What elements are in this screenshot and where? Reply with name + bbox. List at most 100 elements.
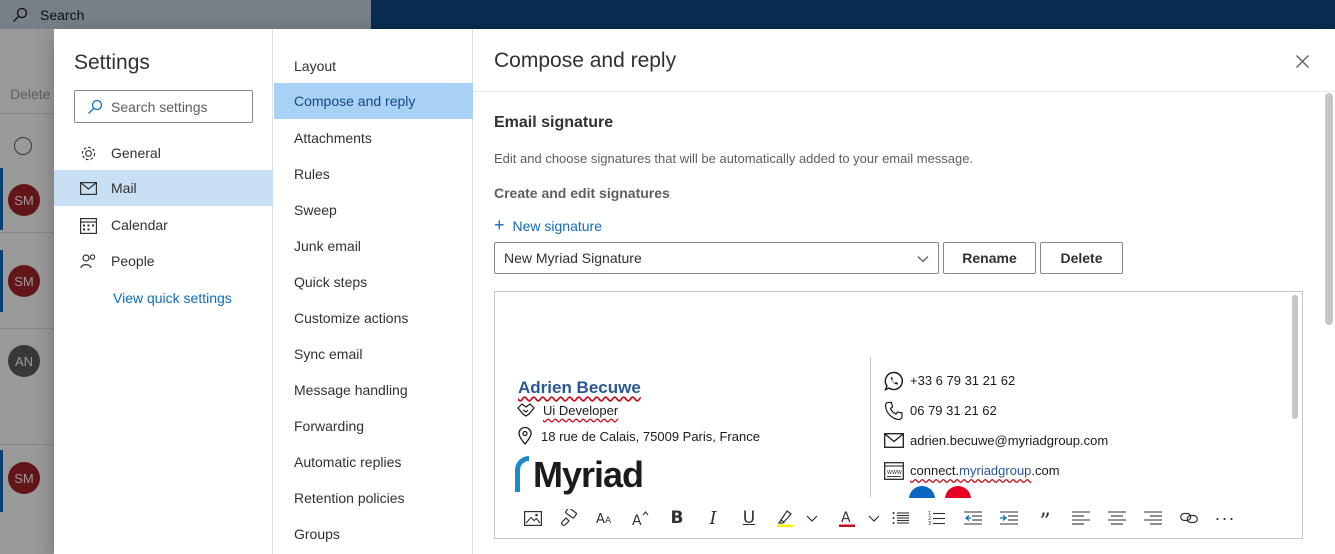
- chevron-down-icon: [868, 515, 880, 522]
- section-customize-actions[interactable]: Customize actions: [274, 300, 473, 336]
- signature-role: Ui Developer: [543, 402, 619, 418]
- category-label: Mail: [111, 180, 137, 196]
- font-size-icon: AA: [596, 512, 612, 526]
- numbering-button[interactable]: 123: [919, 500, 955, 536]
- category-mail[interactable]: Mail: [54, 170, 273, 206]
- view-quick-settings-link[interactable]: View quick settings: [113, 290, 232, 306]
- insert-link-button[interactable]: [1171, 500, 1207, 536]
- align-center-icon: [1108, 511, 1126, 525]
- handshake-icon: [517, 403, 535, 417]
- grow-font-button[interactable]: A: [623, 500, 659, 536]
- calendar-icon: [79, 216, 97, 234]
- formatting-toolbar: AA A B I U A 1 2 3 ” ···: [495, 498, 1300, 538]
- svg-text:WWW: WWW: [887, 470, 902, 476]
- people-icon: [79, 252, 97, 270]
- quote-icon: ”: [1039, 509, 1051, 535]
- category-calendar[interactable]: Calendar: [54, 207, 273, 243]
- align-left-button[interactable]: [1063, 500, 1099, 536]
- mail-sections-panel: Layout Compose and reply Attachments Rul…: [274, 29, 473, 554]
- delete-button[interactable]: Delete: [1040, 242, 1123, 274]
- gear-icon: [79, 144, 97, 162]
- section-message-handling[interactable]: Message handling: [274, 372, 473, 408]
- category-label: People: [111, 253, 155, 269]
- section-groups[interactable]: Groups: [274, 516, 473, 552]
- format-painter-button[interactable]: [551, 500, 587, 536]
- logo-arc: [515, 456, 529, 492]
- settings-categories-panel: Settings Search settings General Mail Ca…: [54, 29, 273, 554]
- section-sweep[interactable]: Sweep: [274, 192, 473, 228]
- section-attachments[interactable]: Attachments: [274, 120, 473, 156]
- more-icon: ···: [1214, 507, 1236, 528]
- numbered-list-icon: 123: [928, 511, 945, 526]
- signature-website-suffix: .com: [1031, 463, 1060, 478]
- font-color-icon: A: [839, 510, 855, 527]
- section-quick-steps[interactable]: Quick steps: [274, 264, 473, 300]
- section-automatic-replies[interactable]: Automatic replies: [274, 444, 473, 480]
- bold-button[interactable]: B: [659, 500, 695, 536]
- svg-text:A: A: [841, 510, 851, 526]
- pane-scrollbar[interactable]: [1325, 93, 1333, 325]
- signature-website-prefix: connect.: [910, 463, 960, 478]
- italic-icon: I: [709, 507, 717, 529]
- editor-scrollbar[interactable]: [1292, 295, 1298, 419]
- signature-divider: [870, 357, 871, 497]
- phone-icon: [884, 401, 903, 420]
- signature-website-domain: myriadgroup: [959, 463, 1032, 478]
- settings-dialog: Settings Search settings General Mail Ca…: [54, 29, 1335, 554]
- svg-text:A: A: [605, 516, 612, 526]
- category-general[interactable]: General: [54, 135, 273, 171]
- signature-editor[interactable]: Adrien Becuwe Ui Developer 18 rue de Cal…: [494, 291, 1303, 539]
- close-icon: [1295, 54, 1309, 68]
- insert-picture-button[interactable]: [515, 500, 551, 536]
- svg-text:A: A: [596, 512, 605, 526]
- section-junk-email[interactable]: Junk email: [274, 228, 473, 264]
- settings-search-input[interactable]: Search settings: [74, 90, 253, 123]
- create-signatures-heading: Create and edit signatures: [494, 185, 670, 201]
- plus-icon: +: [494, 215, 505, 235]
- bold-icon: B: [670, 508, 684, 528]
- signature-dropdown[interactable]: New Myriad Signature: [494, 242, 939, 274]
- close-button[interactable]: [1292, 51, 1312, 71]
- signature-person-name: Adrien Becuwe: [518, 378, 641, 397]
- settings-title: Settings: [74, 51, 150, 74]
- font-color-dropdown[interactable]: [865, 500, 883, 536]
- underline-button[interactable]: U: [731, 500, 767, 536]
- underline-icon: U: [742, 508, 756, 528]
- logo-text: Myriad: [533, 454, 644, 495]
- section-forwarding[interactable]: Forwarding: [274, 408, 473, 444]
- signature-email: adrien.becuwe@myriadgroup.com: [910, 433, 1109, 448]
- section-sync-email[interactable]: Sync email: [274, 336, 473, 372]
- category-people[interactable]: People: [54, 243, 273, 279]
- section-retention-policies[interactable]: Retention policies: [274, 480, 473, 516]
- signature-phone-line: 06 79 31 21 62: [884, 401, 997, 420]
- section-layout[interactable]: Layout: [274, 48, 473, 84]
- signature-phone: 06 79 31 21 62: [910, 403, 997, 418]
- highlight-dropdown[interactable]: [803, 500, 821, 536]
- more-options-button[interactable]: ···: [1207, 500, 1243, 536]
- highlight-button[interactable]: [767, 500, 803, 536]
- settings-search-placeholder: Search settings: [111, 98, 208, 115]
- whatsapp-icon: [884, 371, 904, 391]
- italic-button[interactable]: I: [695, 500, 731, 536]
- bullets-button[interactable]: [883, 500, 919, 536]
- font-size-button[interactable]: AA: [587, 500, 623, 536]
- decrease-indent-button[interactable]: [955, 500, 991, 536]
- chevron-down-icon: [917, 256, 929, 263]
- font-color-button[interactable]: A: [829, 500, 865, 536]
- section-rules[interactable]: Rules: [274, 156, 473, 192]
- web-browser-icon: WWW: [884, 461, 904, 480]
- mail-icon: [79, 179, 97, 197]
- align-right-button[interactable]: [1135, 500, 1171, 536]
- compose-and-reply-pane: Compose and reply Email signature Edit a…: [474, 29, 1335, 554]
- quote-button[interactable]: ”: [1027, 500, 1063, 536]
- section-compose-and-reply[interactable]: Compose and reply: [274, 83, 473, 119]
- link-icon: [1180, 512, 1198, 524]
- align-center-button[interactable]: [1099, 500, 1135, 536]
- new-signature-button[interactable]: + New signature: [494, 215, 602, 236]
- svg-text:A: A: [632, 513, 642, 527]
- increase-indent-button[interactable]: [991, 500, 1027, 536]
- signature-dropdown-value: New Myriad Signature: [504, 250, 642, 266]
- pane-title: Compose and reply: [494, 49, 677, 72]
- category-label: Calendar: [111, 217, 168, 233]
- rename-button[interactable]: Rename: [943, 242, 1036, 274]
